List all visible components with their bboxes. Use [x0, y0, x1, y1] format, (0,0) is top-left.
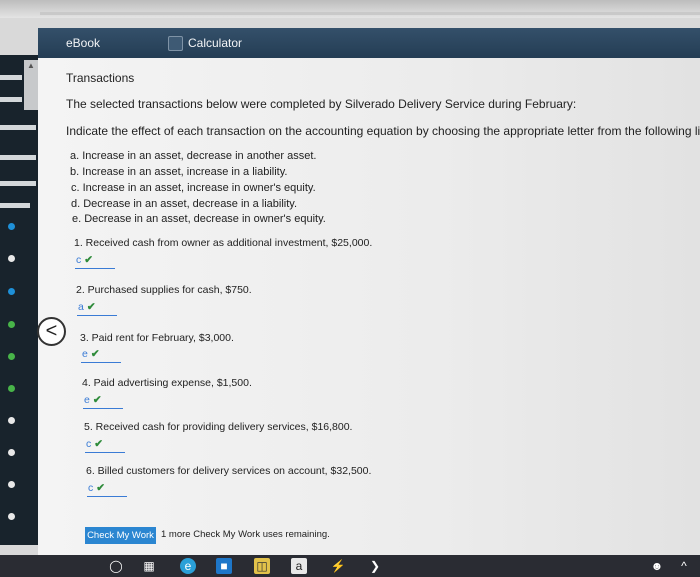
remaining-attempts: 1 more Check My Work uses remaining. [161, 529, 330, 540]
instruction-text: Indicate the effect of each transaction … [66, 124, 700, 138]
nav-line [0, 75, 22, 80]
scrollbar-up[interactable]: ▲ [24, 60, 38, 110]
check-icon: ✔ [86, 301, 96, 313]
check-my-work-button[interactable]: Check My Work [85, 527, 156, 544]
intro-text: The selected transactions below were com… [66, 97, 577, 111]
question-1: 1. Received cash from owner as additiona… [74, 237, 373, 249]
nav-dot[interactable] [8, 353, 15, 360]
check-icon: ✔ [94, 438, 104, 450]
store-bag-icon[interactable]: ◫ [254, 558, 270, 574]
page-title: Transactions [66, 71, 135, 85]
nav-line [0, 97, 22, 102]
lightning-icon[interactable]: ⚡ [330, 558, 346, 574]
answer-1[interactable]: c ✔ [76, 254, 93, 266]
tab-bar: eBook Calculator [38, 28, 700, 58]
app-chevron-icon[interactable]: ❯ [367, 558, 383, 574]
tab-ebook[interactable]: eBook [66, 34, 100, 52]
question-6: 6. Billed customers for delivery service… [86, 465, 372, 477]
option-e: e. Decrease in an asset, decrease in own… [72, 213, 326, 225]
answer-2[interactable]: a ✔ [78, 301, 96, 313]
left-question-nav [0, 55, 38, 545]
answer-4[interactable]: e ✔ [84, 394, 102, 406]
taskbar: ◯ ▦ e ■ ◫ a ⚡ ❯ ☻ ^ [0, 555, 700, 577]
question-3: 3. Paid rent for February, $3,000. [80, 332, 234, 344]
answer-underline [77, 315, 117, 316]
chevron-up-icon: ▲ [27, 61, 35, 70]
check-icon: ✔ [92, 394, 102, 406]
option-b: b. Increase in an asset, increase in a l… [70, 166, 288, 178]
answer-underline [81, 362, 121, 363]
window-top-line [40, 12, 700, 15]
nav-line [0, 155, 36, 160]
answer-3[interactable]: e ✔ [82, 348, 100, 360]
nav-dot[interactable] [8, 481, 15, 488]
tab-calculator[interactable]: Calculator [168, 34, 242, 52]
question-4: 4. Paid advertising expense, $1,500. [82, 377, 252, 389]
photos-icon[interactable]: ■ [216, 558, 232, 574]
calculator-icon [168, 35, 183, 51]
check-icon: ✔ [96, 482, 106, 494]
edge-browser-icon[interactable]: e [180, 558, 196, 574]
nav-dot[interactable] [8, 417, 15, 424]
nav-dot[interactable] [8, 288, 15, 295]
answer-underline [87, 496, 127, 497]
nav-dot[interactable] [8, 513, 15, 520]
people-icon[interactable]: ☻ [649, 558, 665, 574]
option-a: a. Increase in an asset, decrease in ano… [70, 150, 317, 162]
chevron-up-icon[interactable]: ^ [676, 558, 692, 574]
question-2: 2. Purchased supplies for cash, $750. [76, 284, 252, 296]
answer-underline [75, 268, 115, 269]
nav-dot[interactable] [8, 385, 15, 392]
nav-dot[interactable] [8, 223, 15, 230]
bell-icon[interactable]: ◯ [108, 558, 124, 574]
previous-button[interactable]: < [37, 317, 66, 346]
answer-underline [85, 452, 125, 453]
question-panel: Transactions The selected transactions b… [38, 58, 700, 555]
nav-dot[interactable] [8, 255, 15, 262]
tab-label: eBook [66, 36, 101, 50]
nav-line [0, 181, 36, 186]
store-a-icon[interactable]: a [291, 558, 307, 574]
answer-6[interactable]: c ✔ [88, 482, 105, 494]
answer-underline [83, 408, 123, 409]
task-view-icon[interactable]: ▦ [141, 558, 157, 574]
check-icon: ✔ [90, 348, 100, 360]
nav-line [0, 125, 36, 130]
question-5: 5. Received cash for providing delivery … [84, 421, 353, 433]
nav-dot[interactable] [8, 321, 15, 328]
tab-label: Calculator [188, 36, 243, 50]
option-c: c. Increase in an asset, increase in own… [71, 182, 316, 194]
nav-line [0, 203, 30, 208]
window-top-band [0, 0, 700, 18]
option-d: d. Decrease in an asset, decrease in a l… [71, 198, 298, 210]
check-icon: ✔ [84, 254, 94, 266]
answer-5[interactable]: c ✔ [86, 438, 103, 450]
nav-dot[interactable] [8, 449, 15, 456]
